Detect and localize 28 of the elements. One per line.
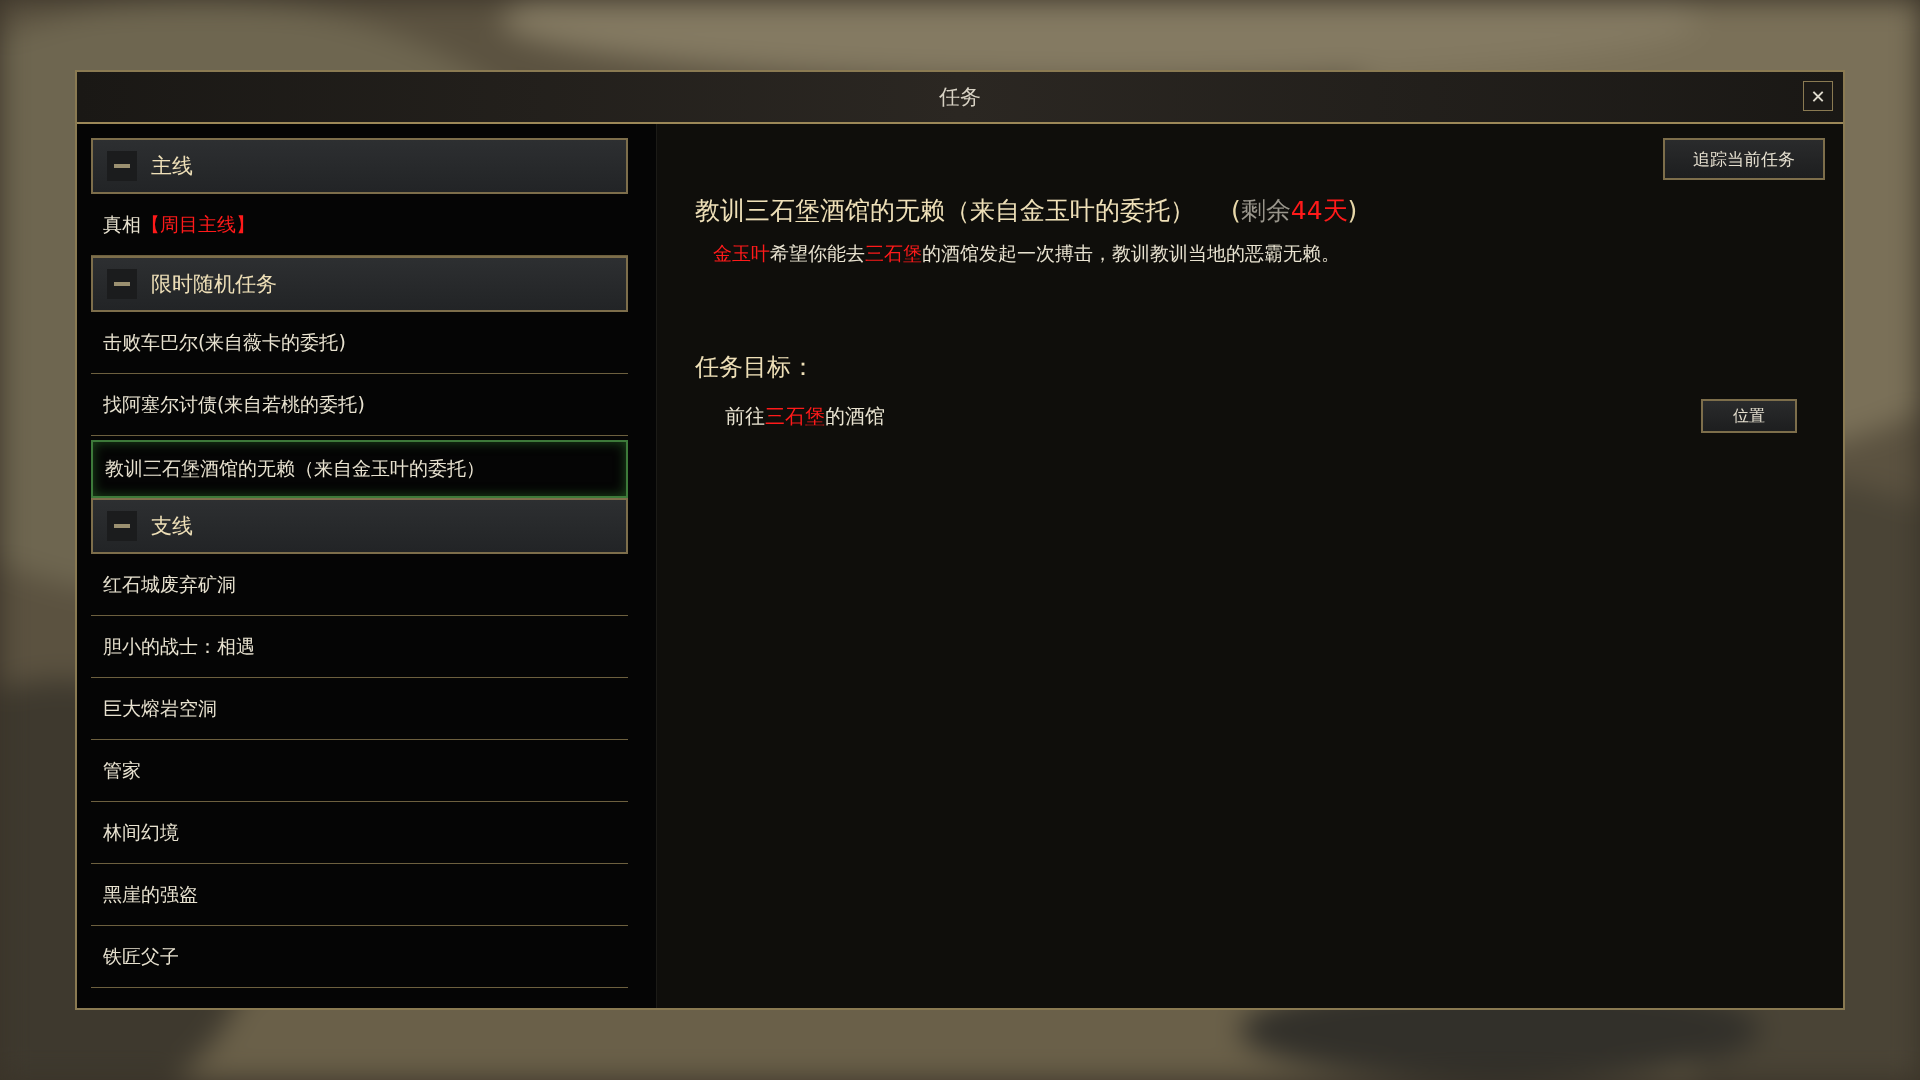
quest-item[interactable]: 管家 (91, 740, 628, 802)
category-label: 主线 (151, 153, 193, 180)
location-button[interactable]: 位置 (1701, 399, 1797, 433)
quest-item[interactable]: 林间幻境 (91, 802, 628, 864)
quest-item[interactable]: 铁匠父子 (91, 926, 628, 988)
collapse-icon[interactable] (107, 511, 137, 541)
quest-item[interactable]: 红石城废弃矿洞 (91, 554, 628, 616)
quest-item[interactable]: 黑崖的强盗 (91, 864, 628, 926)
quest-item[interactable]: 教训三石堡酒馆的无赖（来自金玉叶的委托） (91, 440, 628, 498)
category-label: 支线 (151, 513, 193, 540)
category-header[interactable]: 主线 (91, 138, 628, 194)
quest-title: 教训三石堡酒馆的无赖（来自金玉叶的委托） (695, 195, 1195, 227)
quest-item[interactable]: 胆小的战士：相遇 (91, 616, 628, 678)
quest-item[interactable]: 巨大熔岩空洞 (91, 678, 628, 740)
category-header[interactable]: 限时随机任务 (91, 256, 628, 312)
remaining-time: (剩余44天) (1231, 195, 1358, 227)
category-header[interactable]: 支线 (91, 498, 628, 554)
quest-item[interactable]: 找阿塞尔讨债(来自若桃的委托) (91, 374, 628, 436)
objectives-heading: 任务目标： (695, 352, 816, 383)
collapse-icon[interactable] (107, 269, 137, 299)
quest-description: 金玉叶希望你能去三石堡的酒馆发起一次搏击，教训教训当地的恶霸无赖。 (712, 241, 1341, 266)
track-quest-button[interactable]: 追踪当前任务 (1663, 138, 1825, 180)
close-button[interactable]: ✕ (1803, 81, 1833, 111)
objective-text: 前往三石堡的酒馆 (725, 402, 885, 430)
window-title: 任务 (939, 84, 981, 111)
category-label: 限时随机任务 (151, 271, 277, 298)
quest-item[interactable]: 击败车巴尔(来自薇卡的委托) (91, 312, 628, 374)
collapse-icon[interactable] (107, 151, 137, 181)
